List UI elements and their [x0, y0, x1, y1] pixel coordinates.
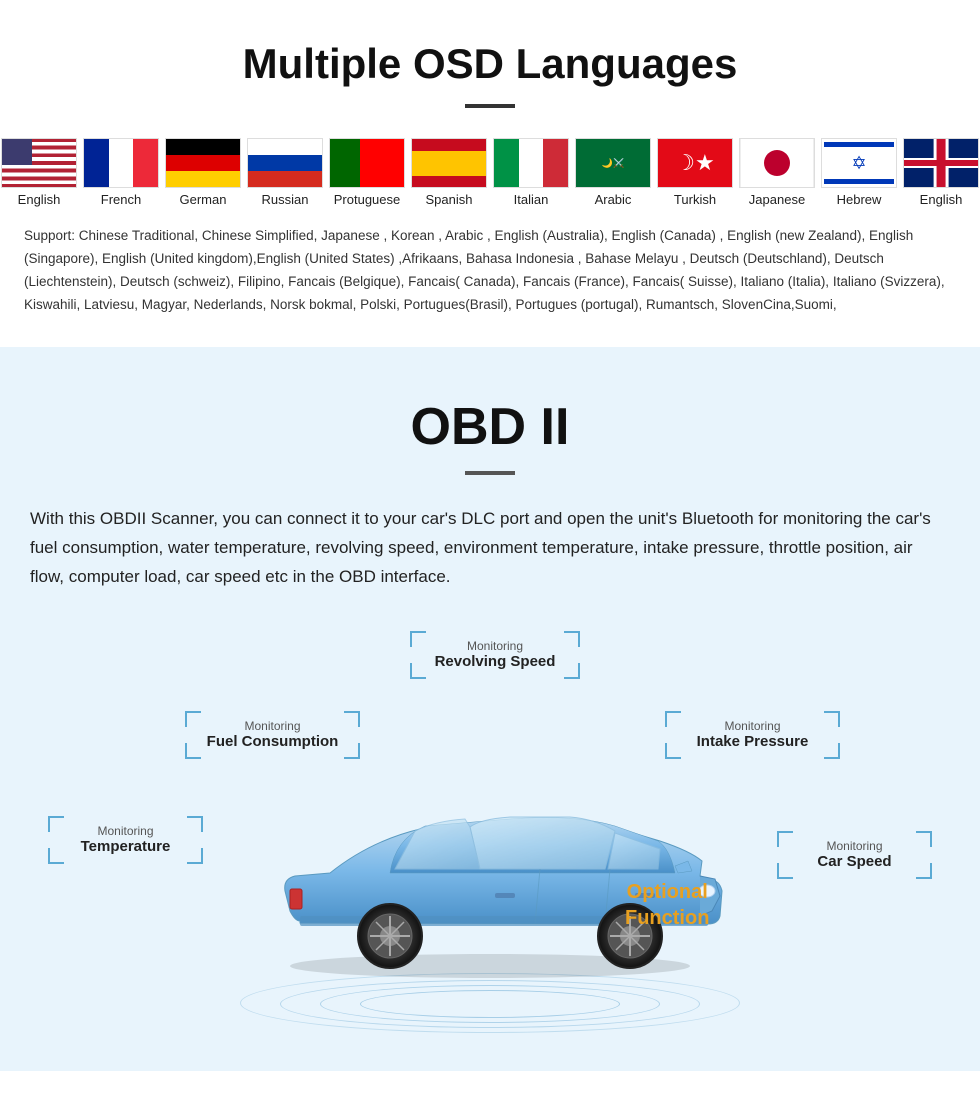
- monitor-car-speed: Monitoring Car Speed: [777, 831, 932, 879]
- flag-box-pt: [329, 138, 405, 188]
- monitor-intake-label: Monitoring: [677, 719, 828, 733]
- obd-diagram: Monitoring Revolving Speed Monitoring Fu…: [30, 621, 950, 1041]
- flag-label-english-us: English: [18, 192, 61, 207]
- flag-label-arabic: Arabic: [595, 192, 632, 207]
- optional-line1: Optional: [625, 879, 709, 905]
- flags-row: English French German Russian: [20, 138, 960, 207]
- optional-line2: Function: [625, 905, 709, 931]
- flag-label-russian: Russian: [262, 192, 309, 207]
- flag-label-japanese: Japanese: [749, 192, 805, 207]
- monitor-temp-label: Monitoring: [60, 824, 191, 838]
- monitor-intake-pressure: Monitoring Intake Pressure: [665, 711, 840, 759]
- support-text: Support: Chinese Traditional, Chinese Si…: [20, 215, 960, 317]
- flag-box-tr: ☽★: [657, 138, 733, 188]
- monitor-revolving-label: Monitoring: [422, 639, 568, 653]
- flag-item-turkish: ☽★ Turkish: [657, 138, 733, 207]
- flag-item-portuguese: Protuguese: [329, 138, 405, 207]
- flag-box-fr: [83, 138, 159, 188]
- flag-label-french: French: [101, 192, 141, 207]
- flag-label-hebrew: Hebrew: [837, 192, 882, 207]
- flag-box-il: ✡: [821, 138, 897, 188]
- flag-item-russian: Russian: [247, 138, 323, 207]
- obd-divider: [465, 471, 515, 475]
- flag-item-german: German: [165, 138, 241, 207]
- flag-label-german: German: [180, 192, 227, 207]
- flag-label-italian: Italian: [514, 192, 549, 207]
- monitor-speed-label: Monitoring: [789, 839, 920, 853]
- flag-box-sa: 🌙⚔️: [575, 138, 651, 188]
- flag-item-hebrew: ✡ Hebrew: [821, 138, 897, 207]
- flag-item-english-uk: English: [903, 138, 979, 207]
- flag-box-uk: [903, 138, 979, 188]
- monitor-fuel-label: Monitoring: [197, 719, 348, 733]
- flag-item-japanese: Japanese: [739, 138, 815, 207]
- car-svg: [240, 761, 740, 981]
- monitor-fuel-title: Fuel Consumption: [207, 733, 339, 750]
- obd-description: With this OBDII Scanner, you can connect…: [30, 505, 950, 592]
- flag-item-italian: Italian: [493, 138, 569, 207]
- monitor-temperature: Monitoring Temperature: [48, 816, 203, 864]
- title-divider: [465, 104, 515, 108]
- monitor-fuel-consumption: Monitoring Fuel Consumption: [185, 711, 360, 759]
- monitor-speed-title: Car Speed: [817, 853, 891, 870]
- languages-section: Multiple OSD Languages English French Ge…: [0, 0, 980, 347]
- flag-item-english-us: English: [1, 138, 77, 207]
- monitor-revolving-speed: Monitoring Revolving Speed: [410, 631, 580, 679]
- languages-title: Multiple OSD Languages: [20, 40, 960, 88]
- flag-box-ru: [247, 138, 323, 188]
- monitor-temp-title: Temperature: [81, 838, 171, 855]
- flag-item-spanish: Spanish: [411, 138, 487, 207]
- monitor-intake-title: Intake Pressure: [697, 733, 809, 750]
- obd-section: OBD II With this OBDII Scanner, you can …: [0, 347, 980, 1072]
- flag-item-arabic: 🌙⚔️ Arabic: [575, 138, 651, 207]
- flag-box-it: [493, 138, 569, 188]
- flag-label-turkish: Turkish: [674, 192, 716, 207]
- flag-item-french: French: [83, 138, 159, 207]
- flag-label-spanish: Spanish: [426, 192, 473, 207]
- obd-title: OBD II: [30, 397, 950, 457]
- flag-label-portuguese: Protuguese: [334, 192, 401, 207]
- flag-label-english-uk: English: [920, 192, 963, 207]
- flag-box-es: [411, 138, 487, 188]
- flag-box-jp: [739, 138, 815, 188]
- flag-box-de: [165, 138, 241, 188]
- optional-function-badge: Optional Function: [625, 879, 709, 931]
- monitor-revolving-title: Revolving Speed: [435, 653, 556, 670]
- car-image-container: [240, 761, 740, 986]
- flag-box-us: [1, 138, 77, 188]
